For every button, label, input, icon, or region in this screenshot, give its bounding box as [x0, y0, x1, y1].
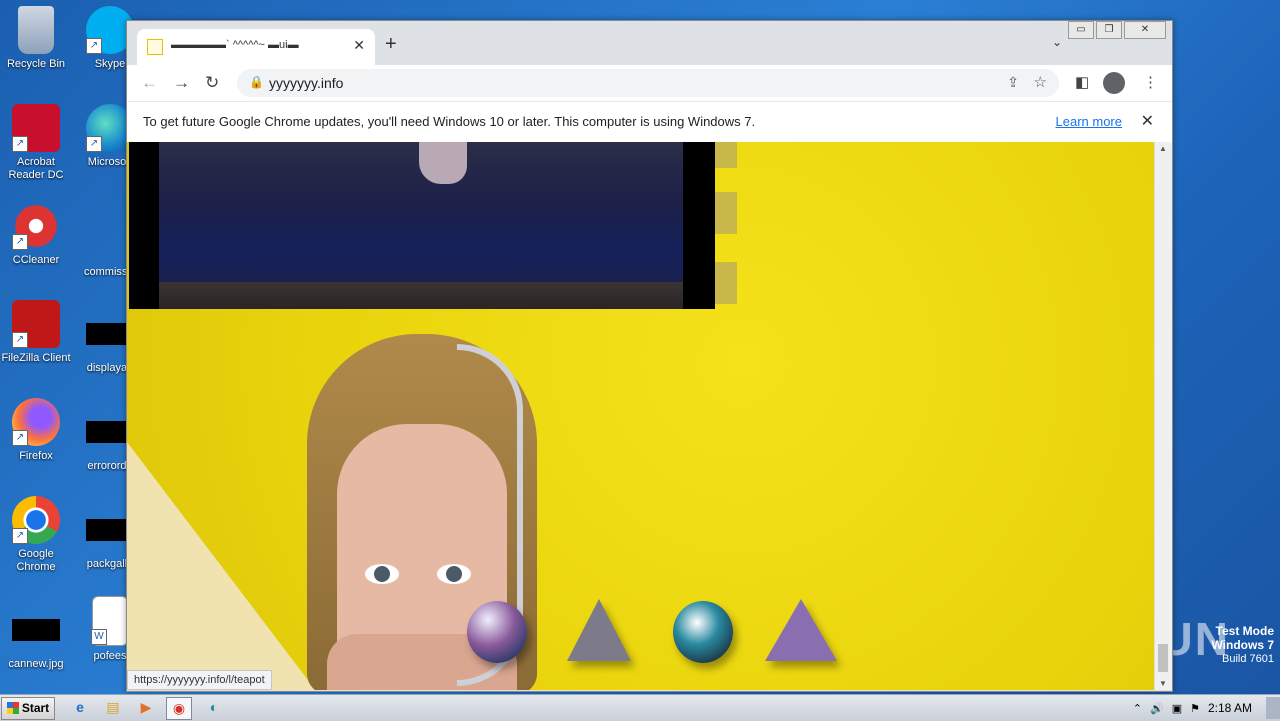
chrome-window: ▬▬▬▬▬` ^^^^^~ ▬ui▬ ✕ + ⌄ ▭ ❐ ✕ ← → ↻ 🔒 y… [126, 20, 1173, 692]
shortcut-arrow-icon: ↗ [12, 528, 28, 544]
shortcut-arrow-icon: ↗ [12, 136, 28, 152]
url-text[interactable]: yyyyyyy.info [269, 75, 343, 91]
decorative-wedge [127, 442, 317, 690]
word-icon: W [91, 596, 128, 646]
desktop-icon-label: Firefox [19, 450, 53, 462]
scroll-down-icon[interactable]: ▼ [1159, 679, 1167, 688]
windows-version-line: Windows 7 [1211, 638, 1274, 652]
shortcut-arrow-icon: ↗ [12, 234, 28, 250]
shortcut-arrow-icon: ↗ [12, 332, 28, 348]
windows-logo-icon [6, 702, 19, 714]
cone-gem-icon [567, 599, 631, 661]
agent-eye [365, 564, 399, 584]
tray-expand-icon[interactable]: ⌃ [1133, 702, 1142, 715]
profile-avatar-icon[interactable] [1103, 72, 1125, 94]
decorative-block [715, 142, 737, 168]
desktop-icon-label: Google Chrome [16, 548, 56, 573]
embedded-video[interactable] [129, 142, 715, 309]
explorer-icon[interactable]: ▤ [101, 697, 125, 718]
test-mode-notice: Test Mode Windows 7 Build 7601 [1211, 624, 1274, 666]
infobar-message: To get future Google Chrome updates, you… [143, 114, 756, 129]
scroll-thumb[interactable] [1158, 644, 1168, 672]
update-infobar: To get future Google Chrome updates, you… [127, 101, 1172, 143]
ie-icon[interactable]: e [68, 697, 92, 718]
media-player-icon[interactable]: ▶ [134, 697, 158, 718]
decorative-block [715, 262, 737, 304]
restore-button[interactable]: ❐ [1096, 21, 1122, 39]
side-panel-icon[interactable]: ◧ [1075, 73, 1089, 91]
desktop-icon-label: CCleaner [12, 254, 60, 266]
desktop-icon-label: pofees [93, 650, 127, 662]
pyramid-gem-icon [765, 599, 837, 661]
volume-icon[interactable]: 🔊 [1150, 702, 1164, 715]
lock-icon[interactable]: 🔒 [249, 75, 264, 89]
recycle-bin-shortcut[interactable]: Recycle Bin [0, 6, 72, 71]
chrome-icon[interactable]: ◉ [166, 697, 192, 720]
reload-button[interactable]: ↻ [205, 73, 219, 93]
share-icon[interactable]: ⇪ [1007, 74, 1019, 91]
acrobat-icon: ↗ [12, 104, 60, 152]
action-center-flag-icon[interactable]: ⚑ [1190, 702, 1200, 715]
google-chrome-shortcut[interactable]: ↗ Google Chrome [0, 496, 72, 574]
video-floor [159, 282, 683, 309]
vertical-scrollbar[interactable]: ▲ ▼ [1154, 142, 1172, 690]
sphere-gem-icon [673, 601, 733, 663]
ccleaner-icon: ↗ [12, 202, 60, 250]
shortcut-arrow-icon: ↗ [86, 38, 102, 54]
title-bar: ▬▬▬▬▬` ^^^^^~ ▬ui▬ ✕ + ⌄ ▭ ❐ ✕ [127, 21, 1172, 65]
cannew-file[interactable]: cannew.jpg [0, 606, 72, 671]
desktop-icon-label: Acrobat Reader DC [8, 156, 64, 181]
filezilla-icon: ↗ [12, 300, 60, 348]
system-tray: ⌃ 🔊 ▣ ⚑ 2:18 AM [1133, 695, 1280, 721]
acrobat-shortcut[interactable]: ↗ Acrobat Reader DC [0, 104, 72, 182]
start-label: Start [21, 701, 50, 715]
forward-button[interactable]: → [173, 73, 190, 93]
infobar-close-icon[interactable]: ✕ [1141, 111, 1154, 131]
tab-title: ▬▬▬▬▬` ^^^^^~ ▬ui▬ [171, 39, 299, 51]
shortcut-arrow-icon: ↗ [12, 430, 28, 446]
filezilla-shortcut[interactable]: ↗ FileZilla Client [0, 300, 72, 365]
test-mode-line: Test Mode [1215, 624, 1274, 638]
learn-more-link[interactable]: Learn more [1056, 114, 1122, 129]
window-controls: ▭ ❐ ✕ [1066, 21, 1166, 39]
page-content[interactable]: https://yyyyyyy.info/l/teapot [127, 142, 1154, 690]
edge-icon[interactable]: ◐ [202, 697, 226, 718]
desktop-icon-label: FileZilla Client [1, 352, 71, 364]
taskbar: Start e ▤ ▶ ◉ ◐ ⌃ 🔊 ▣ ⚑ 2:18 AM [0, 694, 1280, 721]
network-icon[interactable]: ▣ [1172, 702, 1182, 715]
ccleaner-shortcut[interactable]: ↗ CCleaner [0, 202, 72, 267]
shortcut-arrow-icon: ↗ [86, 136, 102, 152]
shortcut-arrow-icon: W [91, 629, 107, 645]
recycle-bin-icon [18, 6, 54, 54]
decorative-gems [467, 597, 867, 677]
desktop-icon-label: Skype [94, 58, 126, 70]
firefox-icon: ↗ [12, 398, 60, 446]
show-desktop-button[interactable] [1266, 697, 1280, 719]
desktop-icon-label: Recycle Bin [6, 58, 66, 70]
browser-tab[interactable]: ▬▬▬▬▬` ^^^^^~ ▬ui▬ ✕ [137, 29, 375, 65]
scroll-up-icon[interactable]: ▲ [1159, 144, 1167, 153]
new-tab-button[interactable]: + [385, 33, 397, 56]
close-window-button[interactable]: ✕ [1124, 21, 1166, 39]
start-button[interactable]: Start [1, 697, 55, 720]
build-line: Build 7601 [1222, 653, 1274, 665]
video-object [419, 142, 467, 184]
menu-icon[interactable]: ⋮ [1143, 73, 1158, 91]
address-bar[interactable]: 🔒 yyyyyyy.info ⇪ ☆ [237, 69, 1059, 97]
status-bubble: https://yyyyyyy.info/l/teapot [127, 670, 272, 690]
chrome-icon: ↗ [12, 496, 60, 544]
tab-close-icon[interactable]: ✕ [353, 37, 365, 54]
decorative-block [715, 192, 737, 234]
image-file-icon [12, 619, 60, 641]
back-button[interactable]: ← [141, 73, 158, 93]
tab-search-icon[interactable]: ⌄ [1052, 35, 1062, 49]
bookmark-star-icon[interactable]: ☆ [1034, 73, 1047, 91]
browser-toolbar: ← → ↻ 🔒 yyyyyyy.info ⇪ ☆ ◧ ⋮ [127, 65, 1172, 101]
desktop-icon-label: cannew.jpg [8, 658, 64, 670]
clock[interactable]: 2:18 AM [1208, 701, 1252, 715]
sphere-gem-icon [467, 601, 527, 663]
firefox-shortcut[interactable]: ↗ Firefox [0, 398, 72, 463]
favicon-icon [147, 39, 163, 55]
minimize-button[interactable]: ▭ [1068, 21, 1094, 39]
